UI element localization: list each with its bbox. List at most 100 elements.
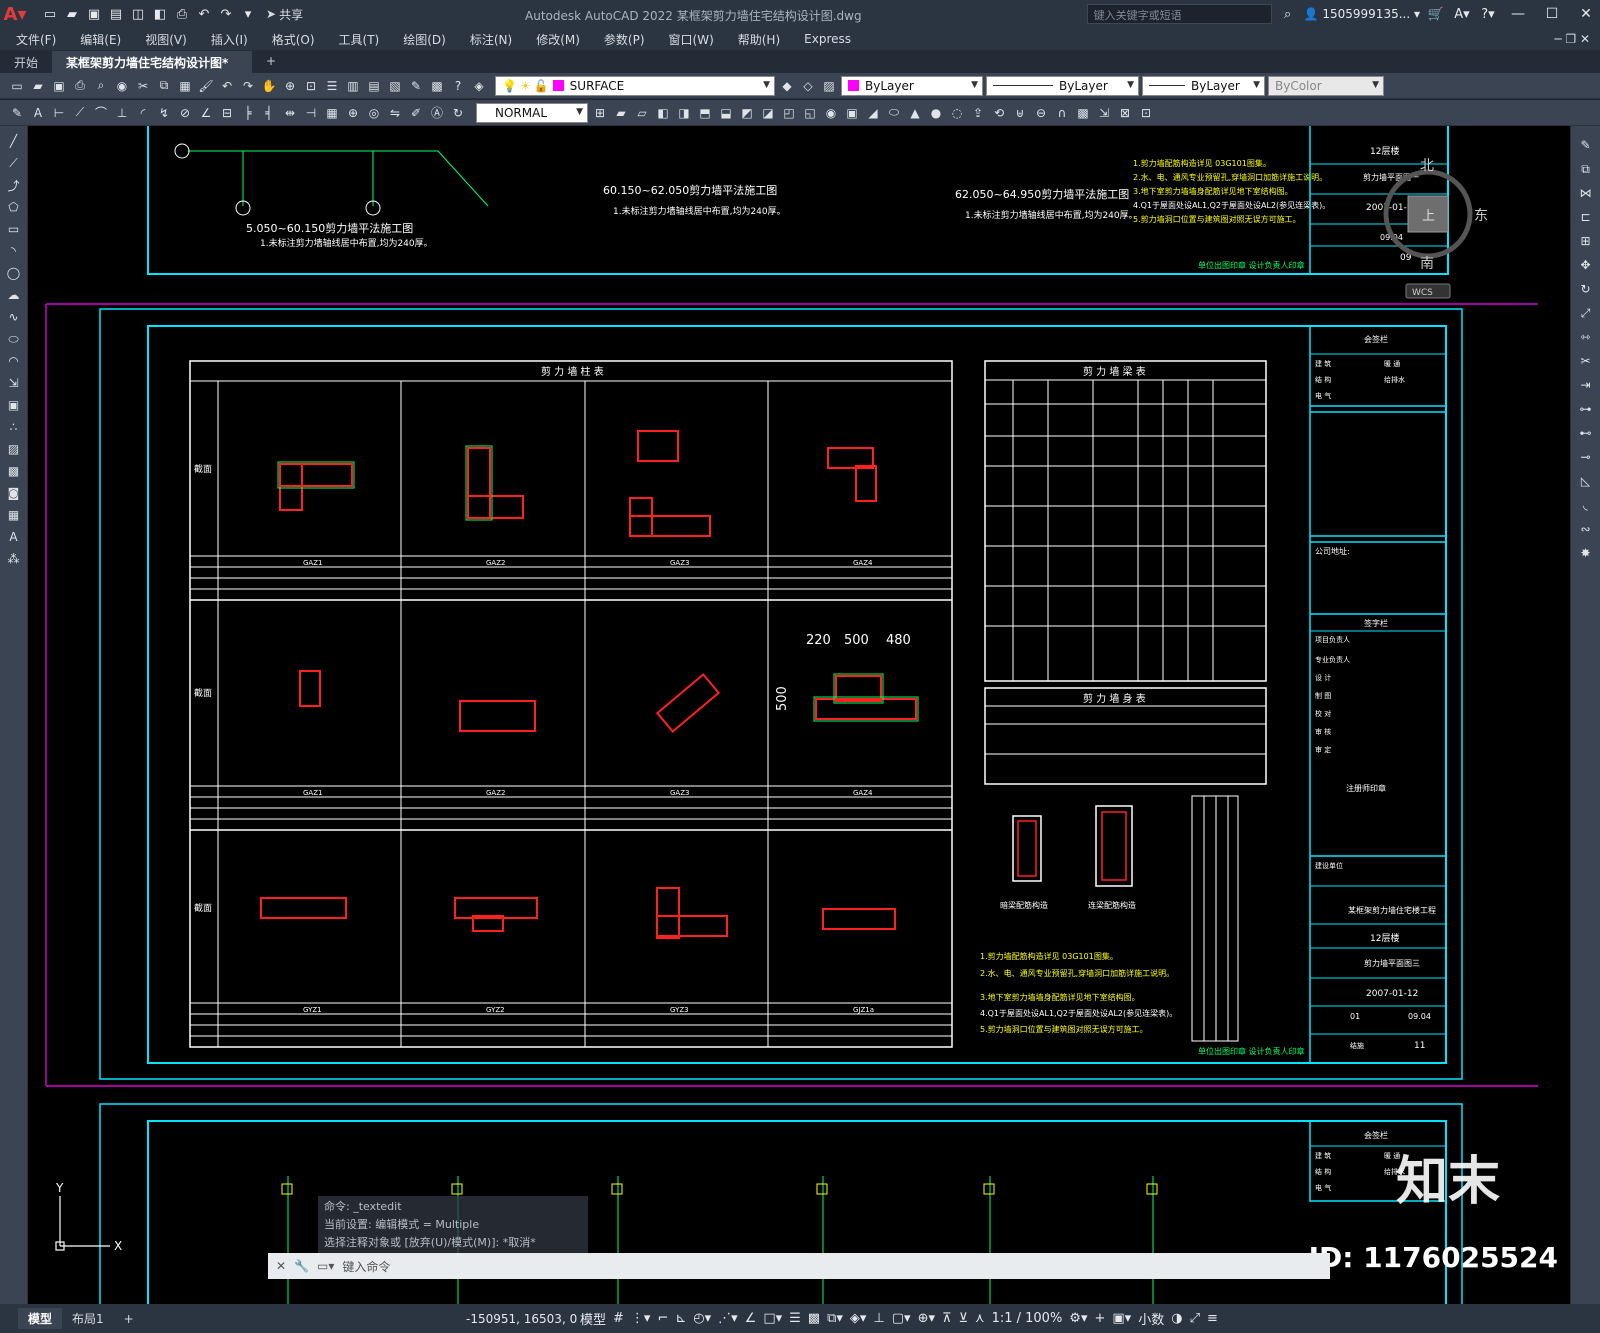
gear-icon[interactable]: ⚙▾ xyxy=(1069,1311,1087,1326)
drawing-canvas[interactable]: 5.050~60.150剪力墙平法施工图 1.未标注剪力墙轴线居中布置,均为24… xyxy=(28,126,1570,1304)
layer-manager-icon[interactable]: ◈ xyxy=(470,77,488,95)
recent-cmd-icon[interactable]: ▭▾ xyxy=(317,1259,334,1273)
mirror-icon[interactable]: ⋈ xyxy=(1577,184,1595,202)
menu-window[interactable]: 窗口(W) xyxy=(669,31,714,48)
snap-icon[interactable]: ⋮▾ xyxy=(631,1311,651,1326)
coordinate-readout[interactable]: -150951, 16503, 0 xyxy=(466,1312,577,1326)
linear-dim-icon[interactable]: ⊢ xyxy=(50,104,68,122)
space-dim-icon[interactable]: ⇹ xyxy=(281,104,299,122)
linetype-dropdown[interactable]: ByLayer ▼ xyxy=(986,75,1139,96)
view-left-icon[interactable]: ◧ xyxy=(654,104,672,122)
autocad-logo-icon[interactable]: A▾ xyxy=(0,0,30,28)
fillet-icon[interactable]: ◟ xyxy=(1577,496,1595,514)
insert-block-icon[interactable]: ⇲ xyxy=(1095,104,1113,122)
menu-edit[interactable]: 编辑(E) xyxy=(80,31,121,48)
properties-icon[interactable]: ☰ xyxy=(323,77,341,95)
join-icon[interactable]: ⊸ xyxy=(1577,448,1595,466)
camera-icon[interactable]: ◉ xyxy=(822,104,840,122)
menu-insert[interactable]: 插入(I) xyxy=(211,31,248,48)
extend-icon[interactable]: ⇥ xyxy=(1577,376,1595,394)
add-selected-icon[interactable]: ⁂ xyxy=(5,550,23,568)
mtext-icon[interactable]: A xyxy=(29,104,47,122)
open-icon[interactable]: ▰ xyxy=(62,4,82,24)
insert-block-icon[interactable]: ⇲ xyxy=(5,374,23,392)
design-center-icon[interactable]: ▥ xyxy=(344,77,362,95)
subtract-icon[interactable]: ⊖ xyxy=(1032,104,1050,122)
help-icon[interactable]: ? xyxy=(449,77,467,95)
color-dropdown[interactable]: ByLayer ▼ xyxy=(841,75,983,96)
xref-icon[interactable]: ⊡ xyxy=(1137,104,1155,122)
maximize-button[interactable]: ☐ xyxy=(1538,6,1566,22)
markup-icon[interactable]: ✎ xyxy=(407,77,425,95)
new-icon[interactable]: ▭ xyxy=(8,77,26,95)
close-button[interactable]: ✕ xyxy=(1572,6,1600,22)
make-block-icon[interactable]: ▣ xyxy=(5,396,23,414)
sheet-set-icon[interactable]: ▧ xyxy=(386,77,404,95)
construction-line-icon[interactable]: ⟋ xyxy=(5,154,23,172)
viewcube[interactable]: 上 北 东 南 WCS xyxy=(1380,156,1500,299)
chamfer-icon[interactable]: ◺ xyxy=(1577,472,1595,490)
dim-edit-icon[interactable]: ✐ xyxy=(407,104,425,122)
gradient-icon[interactable]: ▩ xyxy=(5,462,23,480)
make-current-icon[interactable]: ◆ xyxy=(778,77,796,95)
box-icon[interactable]: ▣ xyxy=(843,104,861,122)
redo-icon[interactable]: ↷ xyxy=(216,4,236,24)
edit-icon[interactable]: ✎ xyxy=(8,104,26,122)
save-icon[interactable]: ▣ xyxy=(50,77,68,95)
inspect-icon[interactable]: ◎ xyxy=(365,104,383,122)
a360-icon[interactable]: A▾ xyxy=(1452,4,1472,24)
calculator-icon[interactable]: ▩ xyxy=(428,77,446,95)
ellipse-arc-icon[interactable]: ◠ xyxy=(5,352,23,370)
zoom-icon[interactable]: ⊕ xyxy=(281,77,299,95)
tab-drawing[interactable]: 某框架剪力墙住宅结构设计图* ✕ xyxy=(52,51,253,85)
lineweight-dropdown[interactable]: ByLayer ▼ xyxy=(1142,75,1265,96)
region-icon[interactable]: ◙ xyxy=(5,484,23,502)
polyline-icon[interactable]: ⤴ xyxy=(5,176,23,194)
undo-icon[interactable]: ↶ xyxy=(194,4,214,24)
extrude-icon[interactable]: ⇪ xyxy=(969,104,987,122)
gizmo-icon[interactable]: ⊕▾ xyxy=(918,1311,935,1326)
point-icon[interactable]: ∴ xyxy=(5,418,23,436)
jogged-linear-icon[interactable]: ⇋ xyxy=(386,104,404,122)
revision-cloud-icon[interactable]: ☁ xyxy=(5,286,23,304)
block-icon[interactable]: ▩ xyxy=(1074,104,1092,122)
menu-dimension[interactable]: 标注(N) xyxy=(470,31,512,48)
menu-help[interactable]: 帮助(H) xyxy=(738,31,780,48)
revolve-icon[interactable]: ⟲ xyxy=(990,104,1008,122)
polar-icon[interactable]: ◴▾ xyxy=(693,1311,711,1326)
jogged-dim-icon[interactable]: ↯ xyxy=(155,104,173,122)
ortho-icon[interactable]: ⊾ xyxy=(675,1311,686,1326)
preview-icon[interactable]: ⌕ xyxy=(92,77,110,95)
publish-icon[interactable]: ◉ xyxy=(113,77,131,95)
quick-props-icon[interactable]: ▣▾ xyxy=(1112,1311,1131,1326)
plot-icon[interactable]: ⎙ xyxy=(71,77,89,95)
new-tab-button[interactable]: + xyxy=(252,51,290,73)
baseline-dim-icon[interactable]: ╞ xyxy=(239,104,257,122)
menu-modify[interactable]: 修改(M) xyxy=(536,31,580,48)
grid-icon[interactable]: # xyxy=(613,1311,624,1326)
polygon-icon[interactable]: ⬠ xyxy=(5,198,23,216)
lineweight-icon[interactable]: ☰ xyxy=(789,1311,801,1326)
layer-dropdown[interactable]: 💡 ☀ 🔓 SURFACE ▼ xyxy=(495,75,775,96)
intersect-icon[interactable]: ∩ xyxy=(1053,104,1071,122)
units-button[interactable]: 小数 xyxy=(1138,1309,1164,1328)
plotstyle-dropdown[interactable]: ByColor ▼ xyxy=(1268,75,1384,96)
line-icon[interactable]: ╱ xyxy=(5,132,23,150)
tab-start[interactable]: 开始 xyxy=(0,51,52,73)
selection-cycling-icon[interactable]: ⧉▾ xyxy=(827,1311,843,1326)
menu-draw[interactable]: 绘图(D) xyxy=(403,31,446,48)
table-icon[interactable]: ▦ xyxy=(5,506,23,524)
tab-layout1[interactable]: 布局1 xyxy=(62,1308,114,1329)
zoom-window-icon[interactable]: ⊡ xyxy=(302,77,320,95)
undo-icon[interactable]: ↶ xyxy=(218,77,236,95)
diameter-dim-icon[interactable]: ⊘ xyxy=(176,104,194,122)
cone-icon[interactable]: ▲ xyxy=(906,104,924,122)
view-nw-icon[interactable]: ◱ xyxy=(801,104,819,122)
open-icon[interactable]: ▰ xyxy=(29,77,47,95)
auto-scale-icon[interactable]: ⊻ xyxy=(959,1311,969,1326)
circle-icon[interactable]: ◯ xyxy=(5,264,23,282)
dim-update-icon[interactable]: ↻ xyxy=(449,104,467,122)
annotation-scale-icon[interactable]: ⋏ xyxy=(975,1311,985,1326)
layer-states-icon[interactable]: ▨ xyxy=(820,77,838,95)
quick-dim-icon[interactable]: ⊟ xyxy=(218,104,236,122)
